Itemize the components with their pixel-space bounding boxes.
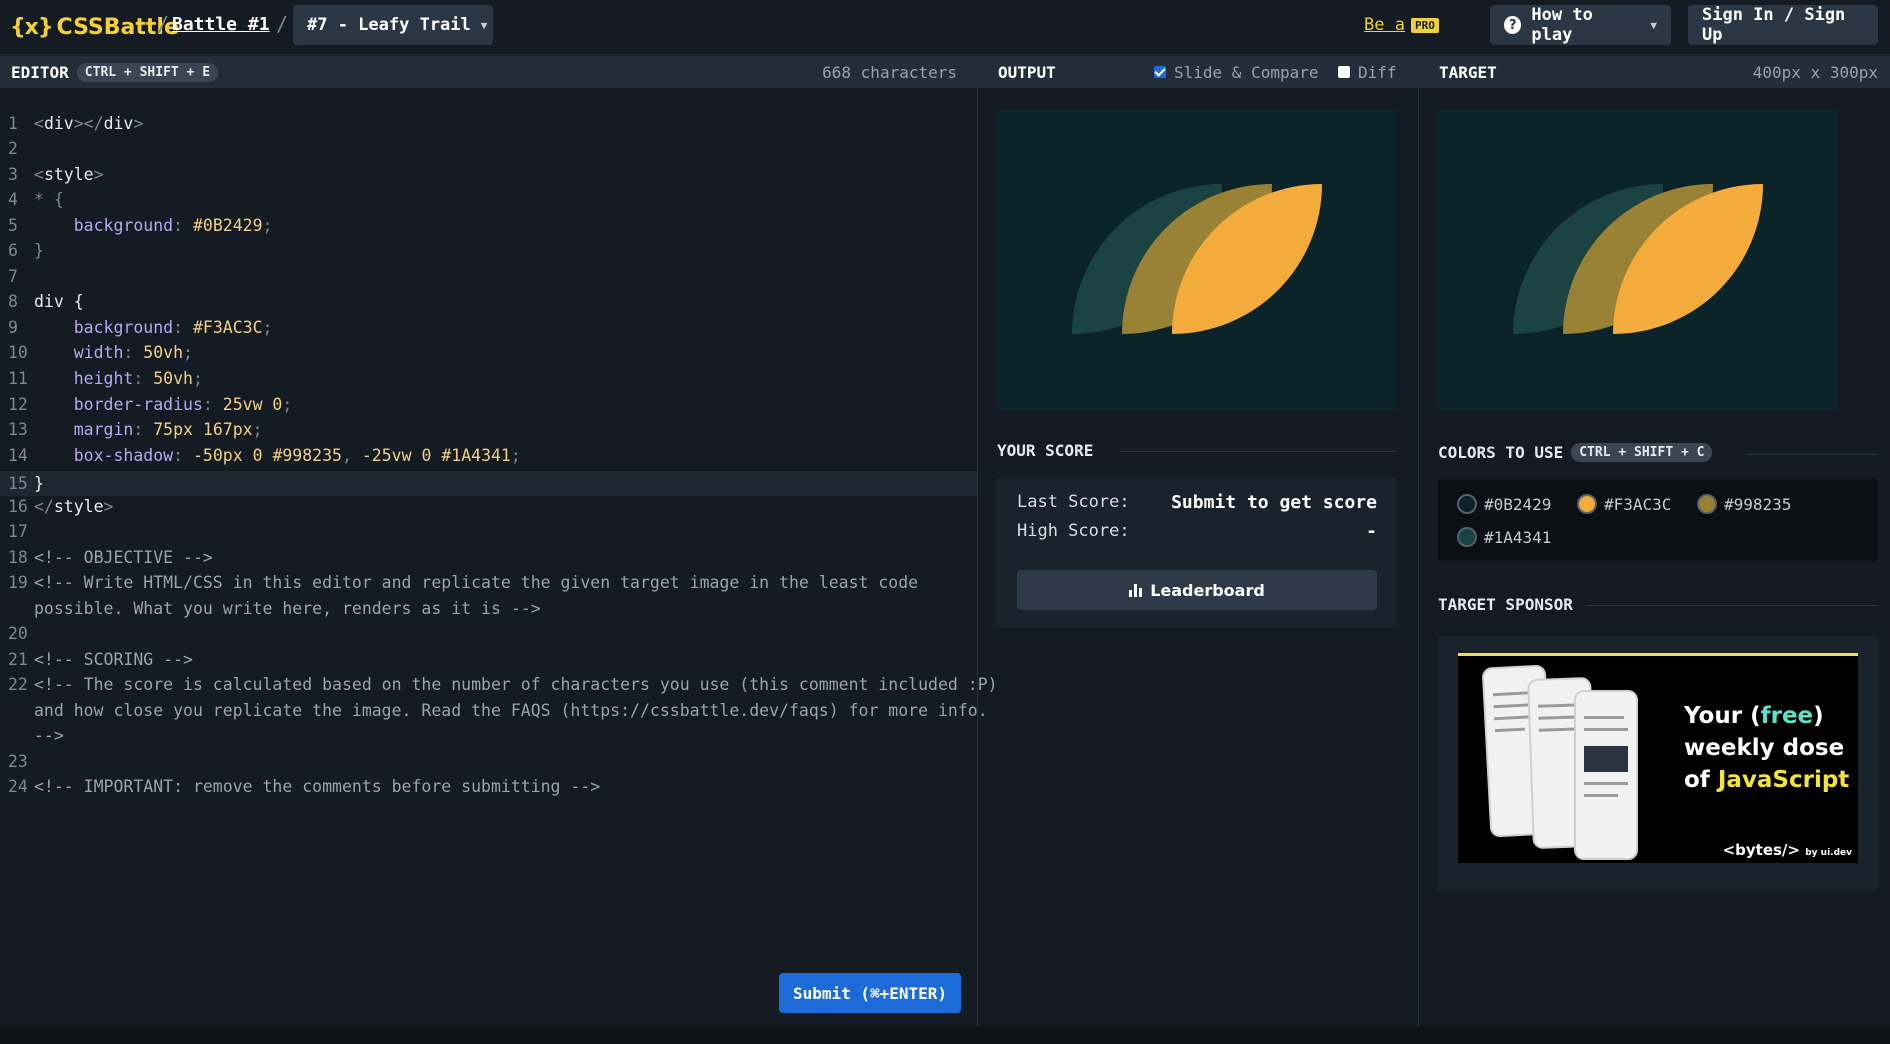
diff-label: Diff: [1358, 62, 1397, 82]
target-select[interactable]: #7 - Leafy Trail ▼: [293, 5, 493, 45]
high-score-label: High Score:: [1017, 521, 1130, 541]
help-icon: ?: [1504, 16, 1522, 34]
bottom-bar: [0, 1026, 1890, 1044]
last-score-value: Submit to get score: [1171, 492, 1377, 513]
color-swatch[interactable]: #1A4341: [1457, 527, 1551, 547]
color-dot: [1577, 494, 1597, 514]
color-swatch[interactable]: #F3AC3C: [1577, 494, 1671, 514]
color-hex: #F3AC3C: [1604, 494, 1672, 514]
output-header: OUTPUT Slide & Compare Diff: [978, 56, 1418, 88]
section-divider: [1746, 454, 1878, 455]
cssbattle-logo[interactable]: {x} CSSBattle: [10, 12, 179, 42]
code-editor[interactable]: 1 <div></div> 2 3 <style> 4 * { 5 backgroun…: [0, 88, 998, 1025]
sponsor-brand: <bytes/> by ui.dev: [1722, 841, 1852, 859]
target-header: TARGET 400px x 300px: [1419, 56, 1890, 88]
output-canvas[interactable]: [997, 110, 1397, 410]
score-panel: Last Score: Submit to get score High Sco…: [997, 478, 1397, 628]
sign-in-label: Sign In / Sign Up: [1702, 5, 1846, 45]
sponsor-panel: Your (free) weekly dose of JavaScript <b…: [1438, 636, 1878, 890]
editor-shortcut-badge: CTRL + SHIFT + E: [76, 62, 219, 82]
output-leaf-shape: [1172, 184, 1322, 334]
target-title: TARGET: [1439, 62, 1497, 82]
top-bar: {x} CSSBattle / Battle #1 / #7 - Leafy T…: [0, 0, 1890, 55]
your-score-title: YOUR SCORE: [997, 441, 1094, 460]
color-swatch[interactable]: #998235: [1697, 494, 1791, 514]
color-hex: #998235: [1724, 494, 1792, 514]
active-line-highlight: [0, 471, 977, 496]
editor-header: EDITOR CTRL + SHIFT + E 668 characters: [0, 56, 977, 88]
color-dot: [1457, 494, 1477, 514]
colors-to-use-title: COLORS TO USE CTRL + SHIFT + C: [1438, 443, 1713, 462]
phone-mockup: [1574, 690, 1638, 860]
target-sponsor-title: TARGET SPONSOR: [1438, 595, 1573, 614]
chevron-down-icon: ▼: [480, 18, 488, 32]
leaderboard-label: Leaderboard: [1150, 580, 1265, 600]
target-leaf-shape: [1613, 184, 1763, 334]
pro-badge: PRO: [1410, 17, 1439, 33]
target-dimensions: 400px x 300px: [1752, 62, 1878, 82]
color-hex: #1A4341: [1484, 527, 1552, 547]
last-score-row: Last Score: Submit to get score: [1017, 492, 1377, 513]
colors-title-text: COLORS TO USE: [1438, 443, 1564, 462]
panel-divider[interactable]: [977, 56, 978, 1026]
be-a-label: Be a: [1364, 15, 1405, 35]
section-divider: [1120, 451, 1397, 452]
slide-compare-checkbox[interactable]: [1154, 66, 1166, 78]
panel-divider[interactable]: [1418, 56, 1419, 1026]
chevron-down-icon: ▼: [1650, 18, 1657, 32]
colors-panel: #0B2429 #F3AC3C #998235 #1A4341: [1438, 479, 1878, 561]
submit-button[interactable]: Submit (⌘+ENTER): [779, 973, 961, 1013]
sponsor-headline: Your (free) weekly dose of JavaScript: [1684, 703, 1850, 793]
slide-compare-label: Slide & Compare: [1174, 62, 1319, 82]
high-score-row: High Score: -: [1017, 521, 1377, 542]
output-title: OUTPUT: [998, 62, 1056, 82]
target-select-label: #7 - Leafy Trail: [307, 15, 471, 35]
diff-checkbox[interactable]: [1338, 66, 1350, 78]
color-swatch[interactable]: #0B2429: [1457, 494, 1551, 514]
target-canvas[interactable]: [1438, 110, 1838, 410]
last-score-label: Last Score:: [1017, 492, 1130, 512]
high-score-value: -: [1366, 521, 1377, 542]
section-divider: [1586, 605, 1878, 606]
leaderboard-button[interactable]: Leaderboard: [1017, 570, 1377, 610]
diff-toggle[interactable]: Diff: [1338, 63, 1397, 82]
slide-compare-toggle[interactable]: Slide & Compare: [1154, 63, 1319, 82]
sponsor-ad[interactable]: Your (free) weekly dose of JavaScript <b…: [1458, 653, 1858, 863]
how-to-play-label: How to play: [1531, 5, 1593, 45]
color-dot: [1457, 527, 1477, 547]
sign-in-button[interactable]: Sign In / Sign Up: [1688, 5, 1878, 45]
bar-chart-icon: [1129, 583, 1143, 597]
logo-mark-icon: {x}: [10, 14, 54, 40]
colors-shortcut-badge: CTRL + SHIFT + C: [1571, 443, 1713, 462]
editor-title: EDITOR: [11, 62, 69, 82]
color-hex: #0B2429: [1484, 494, 1552, 514]
battle-link[interactable]: Battle #1: [172, 14, 270, 35]
how-to-play-button[interactable]: ? How to play ▼: [1490, 5, 1671, 45]
character-count: 668 characters: [822, 62, 957, 82]
be-pro-link[interactable]: Be a PRO: [1364, 15, 1439, 35]
breadcrumb-separator: /: [157, 12, 170, 36]
color-dot: [1697, 494, 1717, 514]
breadcrumb-separator: /: [276, 12, 289, 36]
